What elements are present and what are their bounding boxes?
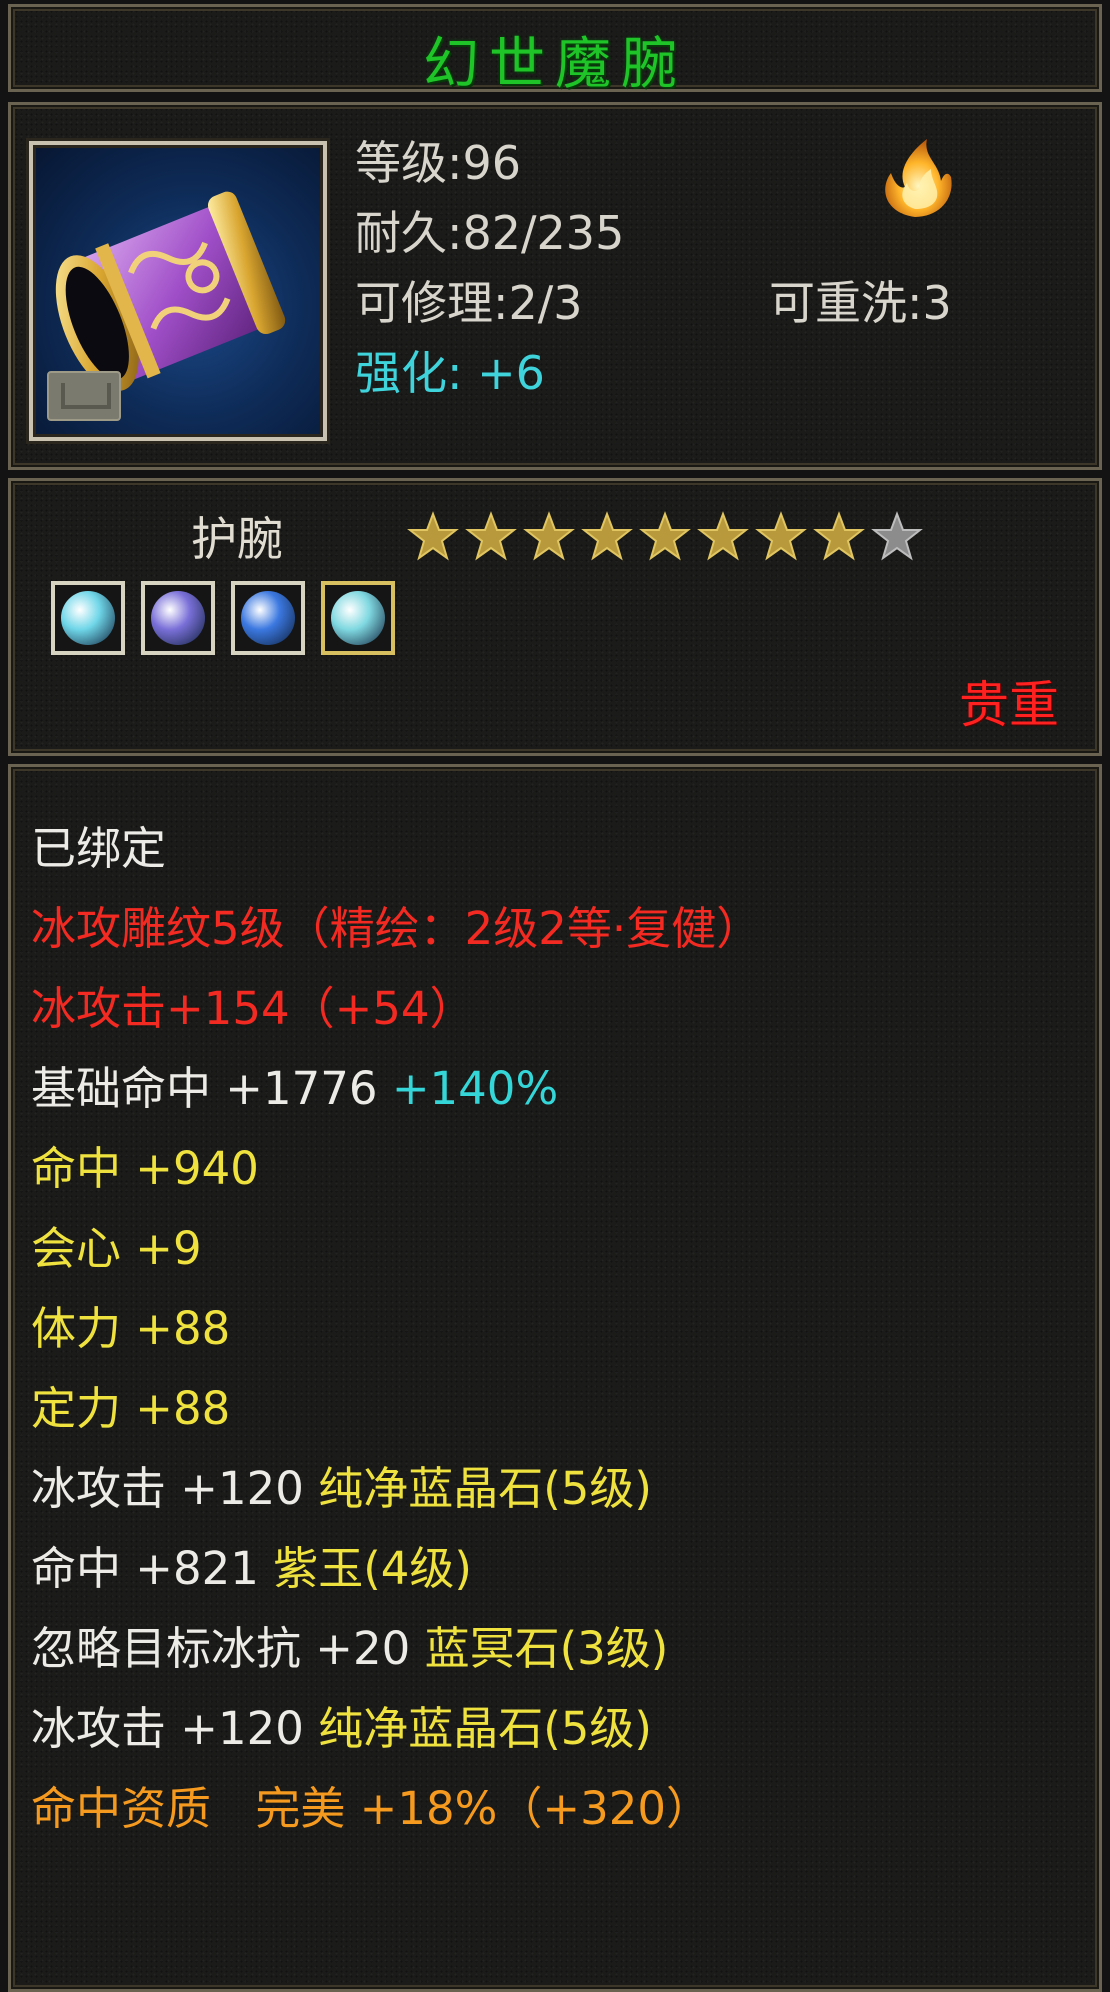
- quality-value: +18%（+320）: [359, 1782, 711, 1835]
- star-filled-icon: [581, 511, 633, 561]
- item-info-panel: 等级:96 耐久:82/235 可修理:2/3 可重洗:3 强化: +6: [8, 102, 1102, 470]
- gem-slot-4[interactable]: [321, 581, 395, 655]
- gem-icon: [331, 591, 385, 645]
- level-value: 等级:96: [355, 136, 522, 190]
- stamina-line: 体力 +88: [31, 1302, 231, 1355]
- quality-line: 命中资质 完美 +18%（+320）: [31, 1769, 761, 1849]
- quality-grade: 完美: [255, 1782, 346, 1835]
- gem-icon: [61, 591, 115, 645]
- star-filled-icon: [755, 511, 807, 561]
- engrave-line: 冰攻雕纹5级（精绘：2级2等·复健）: [31, 902, 762, 955]
- equip-type-label: 护腕: [191, 512, 283, 566]
- flame-icon: [885, 139, 952, 217]
- gem-slot-3[interactable]: [231, 581, 305, 655]
- gem-stat-4: 冰攻击 +120: [31, 1702, 304, 1755]
- star-filled-icon: [813, 511, 865, 561]
- gem-name-1: 纯净蓝晶石(5级): [318, 1462, 652, 1515]
- gem-icon: [151, 591, 205, 645]
- gem-stat-2: 命中 +821: [31, 1542, 259, 1595]
- gem-slot-1[interactable]: [51, 581, 125, 655]
- gem-slot-2[interactable]: [141, 581, 215, 655]
- repairable-value: 可修理:2/3: [355, 276, 583, 330]
- item-title: 幻世魔腕: [423, 32, 687, 97]
- gem-stat-line-2: 命中 +821 紫玉(4级): [31, 1529, 761, 1609]
- gem-stat-line-4: 冰攻击 +120 纯净蓝晶石(5级): [31, 1689, 761, 1769]
- gem-stat-3: 忽略目标冰抗 +20: [31, 1622, 411, 1675]
- focus-line: 定力 +88: [31, 1382, 231, 1435]
- rewash-value: 可重洗:3: [769, 276, 952, 330]
- gem-slots: [51, 581, 395, 655]
- bound-status: 已绑定: [31, 822, 167, 875]
- star-filled-icon: [407, 511, 459, 561]
- star-empty-icon: [871, 511, 923, 561]
- rarity-label: 贵重: [959, 676, 1059, 734]
- gem-stat-1: 冰攻击 +120: [31, 1462, 304, 1515]
- enhance-value: 强化: +6: [355, 346, 545, 400]
- attribute-list: 已绑定 冰攻雕纹5级（精绘：2级2等·复健） 冰攻击+154（+54） 基础命中…: [31, 809, 761, 1849]
- ice-attack-line: 冰攻击+154（+54）: [31, 982, 475, 1035]
- star-filled-icon: [523, 511, 575, 561]
- gem-name-4: 纯净蓝晶石(5级): [318, 1702, 652, 1755]
- base-hit-bonus: +140%: [391, 1062, 559, 1115]
- star-filled-icon: [697, 511, 749, 561]
- item-icon[interactable]: [29, 141, 327, 441]
- durability-value: 耐久:82/235: [355, 206, 625, 260]
- gem-stat-line-3: 忽略目标冰抗 +20 蓝冥石(3级): [31, 1609, 761, 1689]
- gem-name-3: 蓝冥石(3级): [424, 1622, 669, 1675]
- type-panel: 护腕 贵重: [8, 478, 1102, 756]
- star-filled-icon: [465, 511, 517, 561]
- title-bar: 幻世魔腕: [8, 4, 1102, 97]
- gem-stat-line-1: 冰攻击 +120 纯净蓝晶石(5级): [31, 1449, 761, 1529]
- star-rating: [407, 511, 923, 563]
- hit-line: 命中 +940: [31, 1142, 259, 1195]
- star-filled-icon: [639, 511, 691, 561]
- gem-name-2: 紫玉(4级): [273, 1542, 472, 1595]
- equip-type-badge-icon: [47, 371, 121, 421]
- crit-line: 会心 +9: [31, 1222, 202, 1275]
- attribute-panel: 已绑定 冰攻雕纹5级（精绘：2级2等·复健） 冰攻击+154（+54） 基础命中…: [8, 764, 1102, 1992]
- quality-label: 命中资质: [31, 1782, 212, 1835]
- gem-icon: [241, 591, 295, 645]
- base-hit-line: 基础命中 +1776 +140%: [31, 1049, 761, 1129]
- base-hit-label: 基础命中 +1776: [31, 1062, 378, 1115]
